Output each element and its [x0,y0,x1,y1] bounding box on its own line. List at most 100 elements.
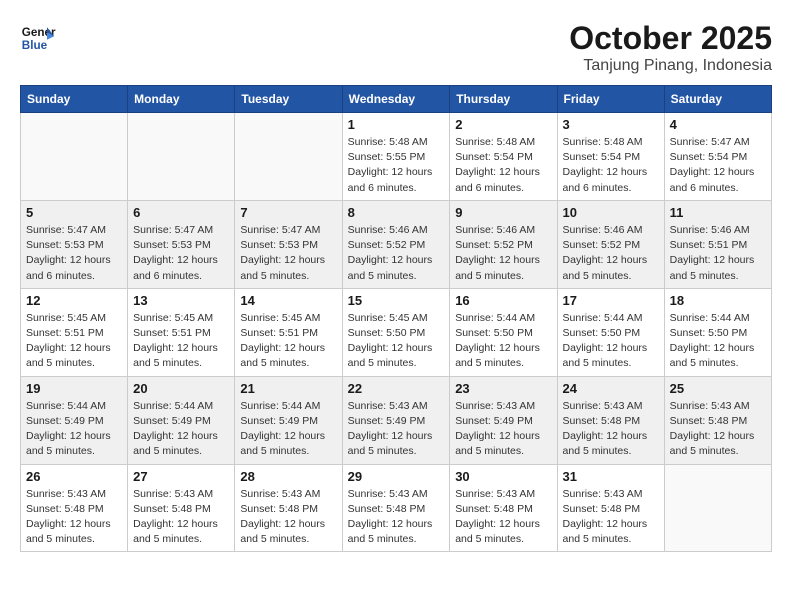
calendar-cell: 18 Sunrise: 5:44 AM Sunset: 5:50 PM Dayli… [664,288,771,376]
calendar-cell: 15 Sunrise: 5:45 AM Sunset: 5:50 PM Dayli… [342,288,450,376]
weekday-header-friday: Friday [557,86,664,113]
month-title: October 2025 [569,20,772,57]
weekday-header-monday: Monday [128,86,235,113]
calendar-cell: 9 Sunrise: 5:46 AM Sunset: 5:52 PM Daylig… [450,200,557,288]
calendar-cell: 4 Sunrise: 5:47 AM Sunset: 5:54 PM Daylig… [664,113,771,201]
day-number: 9 [455,205,551,220]
week-row-4: 19 Sunrise: 5:44 AM Sunset: 5:49 PM Dayli… [21,376,772,464]
day-info: Sunrise: 5:47 AM Sunset: 5:53 PM Dayligh… [26,223,122,284]
weekday-header-sunday: Sunday [21,86,128,113]
day-number: 11 [670,205,766,220]
day-info: Sunrise: 5:47 AM Sunset: 5:53 PM Dayligh… [240,223,336,284]
day-info: Sunrise: 5:43 AM Sunset: 5:48 PM Dayligh… [348,487,445,548]
day-info: Sunrise: 5:43 AM Sunset: 5:48 PM Dayligh… [563,487,659,548]
calendar-cell: 25 Sunrise: 5:43 AM Sunset: 5:48 PM Dayli… [664,376,771,464]
day-number: 28 [240,469,336,484]
day-info: Sunrise: 5:46 AM Sunset: 5:52 PM Dayligh… [348,223,445,284]
day-number: 21 [240,381,336,396]
calendar-cell: 20Sunrise: 5:44 AM Sunset: 5:49 PM Dayli… [128,376,235,464]
day-info: Sunrise: 5:48 AM Sunset: 5:54 PM Dayligh… [563,135,659,196]
calendar-cell: 21 Sunrise: 5:44 AM Sunset: 5:49 PM Dayli… [235,376,342,464]
title-block: October 2025 Tanjung Pinang, Indonesia [569,20,772,75]
day-info: Sunrise: 5:43 AM Sunset: 5:48 PM Dayligh… [563,399,659,460]
calendar-cell: 5 Sunrise: 5:47 AM Sunset: 5:53 PM Daylig… [21,200,128,288]
day-info: Sunrise: 5:45 AM Sunset: 5:50 PM Dayligh… [348,311,445,372]
day-info: Sunrise: 5:46 AM Sunset: 5:51 PM Dayligh… [670,223,766,284]
day-number: 6 [133,205,229,220]
weekday-header-saturday: Saturday [664,86,771,113]
day-number: 7 [240,205,336,220]
day-number: 2 [455,117,551,132]
day-number: 20 [133,381,229,396]
calendar-cell [664,464,771,552]
day-info: Sunrise: 5:46 AM Sunset: 5:52 PM Dayligh… [563,223,659,284]
calendar-cell: 11 Sunrise: 5:46 AM Sunset: 5:51 PM Dayli… [664,200,771,288]
calendar-cell: 8 Sunrise: 5:46 AM Sunset: 5:52 PM Daylig… [342,200,450,288]
logo: General Blue [20,20,56,56]
day-info: Sunrise: 5:43 AM Sunset: 5:49 PM Dayligh… [348,399,445,460]
calendar-cell [235,113,342,201]
page-header: General Blue October 2025 Tanjung Pinang… [20,20,772,75]
calendar-cell: 23Sunrise: 5:43 AM Sunset: 5:49 PM Dayli… [450,376,557,464]
calendar-cell: 13Sunrise: 5:45 AM Sunset: 5:51 PM Dayli… [128,288,235,376]
week-row-3: 12 Sunrise: 5:45 AM Sunset: 5:51 PM Dayli… [21,288,772,376]
day-number: 30 [455,469,551,484]
day-number: 5 [26,205,122,220]
day-info: Sunrise: 5:43 AM Sunset: 5:48 PM Dayligh… [670,399,766,460]
calendar-cell: 1Sunrise: 5:48 AM Sunset: 5:55 PM Daylig… [342,113,450,201]
day-info: Sunrise: 5:44 AM Sunset: 5:49 PM Dayligh… [26,399,122,460]
weekday-header-wednesday: Wednesday [342,86,450,113]
day-info: Sunrise: 5:43 AM Sunset: 5:48 PM Dayligh… [455,487,551,548]
calendar-cell [128,113,235,201]
week-row-2: 5 Sunrise: 5:47 AM Sunset: 5:53 PM Daylig… [21,200,772,288]
day-info: Sunrise: 5:48 AM Sunset: 5:54 PM Dayligh… [455,135,551,196]
day-info: Sunrise: 5:43 AM Sunset: 5:49 PM Dayligh… [455,399,551,460]
day-number: 18 [670,293,766,308]
svg-text:Blue: Blue [22,39,48,52]
day-number: 15 [348,293,445,308]
calendar-body: 1Sunrise: 5:48 AM Sunset: 5:55 PM Daylig… [21,113,772,552]
calendar-cell: 6 Sunrise: 5:47 AM Sunset: 5:53 PM Daylig… [128,200,235,288]
day-number: 22 [348,381,445,396]
day-info: Sunrise: 5:47 AM Sunset: 5:53 PM Dayligh… [133,223,229,284]
day-info: Sunrise: 5:46 AM Sunset: 5:52 PM Dayligh… [455,223,551,284]
calendar-cell: 27 Sunrise: 5:43 AM Sunset: 5:48 PM Dayli… [128,464,235,552]
day-number: 27 [133,469,229,484]
logo-icon: General Blue [20,20,56,56]
calendar-cell: 14Sunrise: 5:45 AM Sunset: 5:51 PM Dayli… [235,288,342,376]
calendar-cell: 24 Sunrise: 5:43 AM Sunset: 5:48 PM Dayli… [557,376,664,464]
weekday-header-tuesday: Tuesday [235,86,342,113]
day-number: 10 [563,205,659,220]
calendar-cell: 2 Sunrise: 5:48 AM Sunset: 5:54 PM Daylig… [450,113,557,201]
calendar-cell: 19 Sunrise: 5:44 AM Sunset: 5:49 PM Dayli… [21,376,128,464]
day-number: 13 [133,293,229,308]
calendar-cell: 22 Sunrise: 5:43 AM Sunset: 5:49 PM Dayli… [342,376,450,464]
day-info: Sunrise: 5:45 AM Sunset: 5:51 PM Dayligh… [26,311,122,372]
day-number: 4 [670,117,766,132]
calendar-cell: 12 Sunrise: 5:45 AM Sunset: 5:51 PM Dayli… [21,288,128,376]
calendar-cell: 30 Sunrise: 5:43 AM Sunset: 5:48 PM Dayli… [450,464,557,552]
day-info: Sunrise: 5:43 AM Sunset: 5:48 PM Dayligh… [133,487,229,548]
day-info: Sunrise: 5:45 AM Sunset: 5:51 PM Dayligh… [240,311,336,372]
day-number: 3 [563,117,659,132]
day-number: 26 [26,469,122,484]
calendar-cell: 28Sunrise: 5:43 AM Sunset: 5:48 PM Dayli… [235,464,342,552]
day-number: 31 [563,469,659,484]
day-number: 25 [670,381,766,396]
day-info: Sunrise: 5:44 AM Sunset: 5:49 PM Dayligh… [240,399,336,460]
calendar-cell: 10 Sunrise: 5:46 AM Sunset: 5:52 PM Dayli… [557,200,664,288]
week-row-1: 1Sunrise: 5:48 AM Sunset: 5:55 PM Daylig… [21,113,772,201]
day-info: Sunrise: 5:47 AM Sunset: 5:54 PM Dayligh… [670,135,766,196]
calendar-cell: 26 Sunrise: 5:43 AM Sunset: 5:48 PM Dayli… [21,464,128,552]
day-number: 8 [348,205,445,220]
day-number: 12 [26,293,122,308]
day-info: Sunrise: 5:44 AM Sunset: 5:50 PM Dayligh… [670,311,766,372]
calendar-cell: 3 Sunrise: 5:48 AM Sunset: 5:54 PM Daylig… [557,113,664,201]
day-info: Sunrise: 5:44 AM Sunset: 5:50 PM Dayligh… [563,311,659,372]
day-info: Sunrise: 5:43 AM Sunset: 5:48 PM Dayligh… [26,487,122,548]
day-number: 29 [348,469,445,484]
day-number: 24 [563,381,659,396]
calendar-cell: 17Sunrise: 5:44 AM Sunset: 5:50 PM Dayli… [557,288,664,376]
calendar-cell: 7 Sunrise: 5:47 AM Sunset: 5:53 PM Daylig… [235,200,342,288]
day-number: 19 [26,381,122,396]
